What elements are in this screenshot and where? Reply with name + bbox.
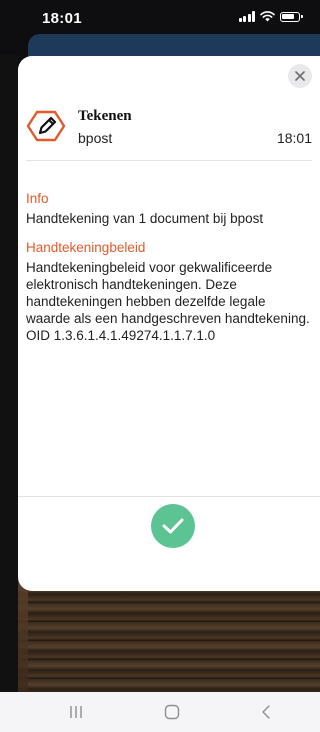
- close-button[interactable]: [288, 64, 312, 88]
- policy-line: elektronisch handtekeningen. Deze: [26, 277, 237, 292]
- info-text: Handtekening van 1 document bij bpost: [26, 211, 264, 226]
- pen-icon: [26, 110, 66, 142]
- phone-screen: 18:01 Tekenen bpost 18:01 Info Handteken…: [0, 0, 320, 732]
- confirm-button[interactable]: [151, 504, 195, 548]
- battery-icon: [280, 11, 303, 22]
- policy-line: OID 1.3.6.1.4.1.49274.1.1.7.1.0: [26, 328, 216, 343]
- policy-title: Handtekeningbeleid: [26, 240, 146, 255]
- signal-icon: [238, 11, 255, 22]
- policy-line: Handtekeningbeleid voor gekwalificeerde: [26, 260, 273, 275]
- info-title: Info: [26, 191, 49, 206]
- policy-line: waarde als een handgeschreven handtekeni…: [26, 311, 310, 326]
- recent-apps-button[interactable]: [56, 700, 96, 724]
- divider: [18, 496, 320, 497]
- divider: [26, 160, 312, 161]
- close-icon: [295, 71, 305, 81]
- background-left-edge: [0, 55, 18, 695]
- home-icon: [164, 704, 180, 720]
- checkmark-icon: [162, 518, 184, 534]
- navigation-bar: [0, 692, 320, 732]
- recent-apps-icon: [70, 706, 82, 718]
- policy-text: Handtekeningbeleid voor gekwalificeerde …: [26, 259, 316, 344]
- status-icons: [238, 11, 303, 22]
- signing-sheet: Tekenen bpost 18:01 Info Handtekening va…: [18, 56, 320, 591]
- app-name: Tekenen: [78, 108, 132, 124]
- status-time: 18:01: [42, 10, 82, 27]
- status-bar: 18:01: [0, 0, 320, 34]
- organization-name: bpost: [78, 130, 113, 146]
- back-button[interactable]: [246, 700, 286, 724]
- policy-line: handtekeningen hebben dezelfde legale: [26, 294, 266, 309]
- request-time: 18:01: [276, 130, 312, 146]
- home-button[interactable]: [152, 700, 192, 724]
- wifi-icon: [260, 11, 275, 22]
- request-header: Tekenen bpost 18:01: [26, 106, 312, 152]
- back-icon: [262, 705, 270, 719]
